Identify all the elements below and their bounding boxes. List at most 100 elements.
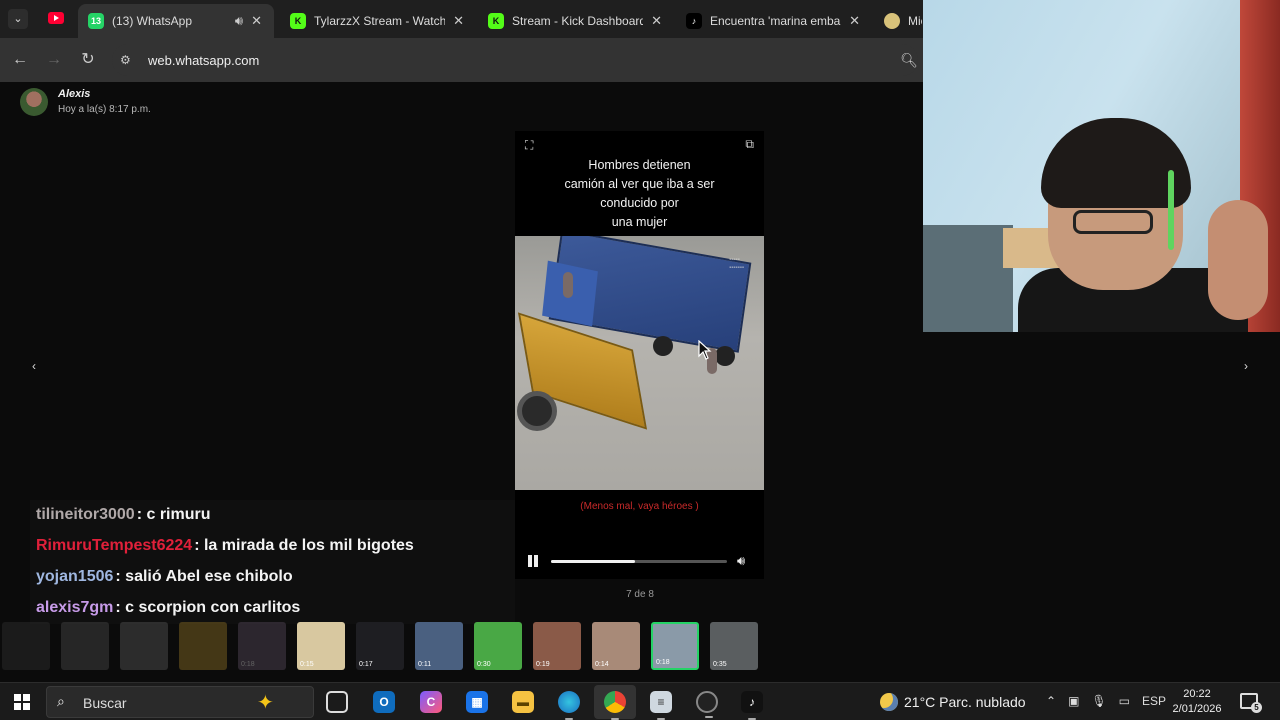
- notifications-icon[interactable]: 5: [1240, 693, 1262, 713]
- tab-title: Mic: [908, 14, 922, 28]
- media-thumbnail[interactable]: 0:19: [533, 622, 581, 670]
- media-thumbnail[interactable]: [2, 622, 50, 670]
- tiktok-icon[interactable]: ♪: [741, 691, 763, 720]
- media-thumbnail[interactable]: 0:18: [651, 622, 699, 670]
- media-thumbnail[interactable]: 0:18: [238, 622, 286, 670]
- edge-icon[interactable]: [558, 691, 580, 720]
- windows-start-icon[interactable]: [14, 694, 30, 710]
- stream-chat-overlay: tilineitor3000: c rimuru RimuruTempest62…: [30, 500, 515, 624]
- taskbar-clock[interactable]: 20:22 2/01/2026: [1166, 687, 1228, 717]
- tab-search-dropdown-icon[interactable]: ⌄: [8, 9, 28, 29]
- forward-icon[interactable]: →: [42, 48, 66, 72]
- whatsapp-icon: 13: [88, 13, 104, 29]
- webcam-overlay: [923, 0, 1280, 332]
- media-thumbnail[interactable]: 0:14: [592, 622, 640, 670]
- previous-media-icon[interactable]: ‹: [24, 356, 44, 376]
- chrome-icon[interactable]: [604, 691, 626, 720]
- media-thumbnail[interactable]: 0:35: [710, 622, 758, 670]
- speaker-icon[interactable]: 🔊︎: [235, 13, 243, 29]
- webcam-glasses: [1073, 210, 1153, 234]
- copilot-icon[interactable]: C: [420, 691, 442, 713]
- media-thumbnail[interactable]: [120, 622, 168, 670]
- media-thumbnail[interactable]: [61, 622, 109, 670]
- video-frame: ▪▪▪▪▪ ▪▪▪▪▪▪▪: [515, 236, 764, 490]
- reload-icon[interactable]: ↻: [76, 48, 100, 72]
- tab-title: Stream - Kick Dashboard: [512, 14, 644, 28]
- kick-icon: K: [488, 13, 504, 29]
- truck-wheel: [653, 336, 673, 356]
- url-field[interactable]: ⚙︎ web.whatsapp.com 🔍︎: [112, 44, 918, 76]
- site-settings-icon[interactable]: ⚙︎: [120, 53, 140, 67]
- back-icon[interactable]: ←: [8, 48, 32, 72]
- task-view-icon[interactable]: [326, 691, 348, 713]
- close-tab-icon[interactable]: ✕: [251, 13, 262, 29]
- media-thumbnail[interactable]: 0:11: [415, 622, 463, 670]
- fullscreen-icon[interactable]: ⛶: [525, 138, 533, 153]
- outlook-icon[interactable]: O: [373, 691, 395, 713]
- notification-count: 5: [1251, 702, 1262, 713]
- video-caption: Hombres detienen camión al ver que iba a…: [564, 158, 715, 229]
- chat-username: yojan1506: [36, 568, 114, 585]
- tab-tylarzzx-stream[interactable]: K TylarzzX Stream - Watch Li ✕: [280, 4, 476, 38]
- video-subtitle: (Menos mal, vaya héroes ): [580, 501, 699, 512]
- thumbnail-duration: 0:17: [359, 661, 373, 668]
- camera-icon[interactable]: ▣: [1068, 694, 1079, 708]
- chat-username: tilineitor3000: [36, 506, 135, 523]
- tab-title: (13) WhatsApp: [112, 14, 193, 28]
- media-thumbnail[interactable]: [179, 622, 227, 670]
- sender-name: Alexis: [58, 88, 91, 100]
- search-label: Buscar: [83, 695, 127, 711]
- tab-whatsapp[interactable]: 13 (13) WhatsApp 🔊︎ ✕: [78, 4, 274, 38]
- weather-widget[interactable]: 21°C Parc. nublado: [880, 693, 1026, 711]
- next-media-icon[interactable]: ›: [1236, 356, 1256, 376]
- chat-message: yojan1506: salió Abel ese chibolo: [30, 562, 515, 593]
- clock-time: 20:22: [1183, 688, 1211, 700]
- tab-tiktok-search[interactable]: ♪ Encuentra 'marina embara ✕: [676, 4, 872, 38]
- address-bar-row: ← → ↻ ⚙︎ web.whatsapp.com 🔍︎: [0, 38, 923, 82]
- media-thumbnail[interactable]: 0:15: [297, 622, 345, 670]
- chat-username: RimuruTempest6224: [36, 537, 193, 554]
- windows-taskbar: ⌕ Buscar ✦ O C ▦ ▬ ≡ ♪ 21°C Parc. nublad…: [0, 682, 1280, 720]
- seek-bar[interactable]: [551, 560, 727, 563]
- avatar[interactable]: [20, 88, 48, 116]
- tab-kick-dashboard[interactable]: K Stream - Kick Dashboard ✕: [478, 4, 674, 38]
- picture-in-picture-icon[interactable]: ⧉: [745, 137, 754, 152]
- taskbar-search-box[interactable]: ⌕ Buscar ✦: [46, 686, 314, 718]
- store-icon[interactable]: ▦: [466, 691, 488, 713]
- chat-username: alexis7gm: [36, 599, 114, 616]
- chat-message: RimuruTempest6224: la mirada de los mil …: [30, 531, 515, 562]
- close-tab-icon[interactable]: ✕: [849, 13, 860, 29]
- chat-text: : c scorpion con carlitos: [115, 599, 301, 616]
- browser-tab-strip: ⌄ 13 (13) WhatsApp 🔊︎ ✕ K TylarzzX Strea…: [0, 0, 923, 38]
- pause-icon[interactable]: [527, 555, 539, 567]
- person: [563, 272, 573, 298]
- obs-icon[interactable]: [696, 691, 718, 718]
- video-player[interactable]: ⛶ ⧉ Hombres detienen camión al ver que i…: [515, 131, 764, 579]
- notepad-icon[interactable]: ≡: [650, 691, 672, 720]
- thumbnail-duration: 0:35: [713, 661, 727, 668]
- tab-partial[interactable]: Mic: [874, 4, 923, 38]
- language-indicator[interactable]: ESP: [1142, 694, 1166, 708]
- chat-text: : salió Abel ese chibolo: [115, 568, 293, 585]
- system-tray: ⌃ ▣ 🎙︎ ▭ ESP: [1046, 694, 1166, 708]
- copilot-spark-icon: ✦: [257, 692, 274, 714]
- media-counter: 7 de 8: [626, 589, 654, 600]
- close-tab-icon[interactable]: ✕: [453, 13, 464, 29]
- media-thumbnail[interactable]: 0:30: [474, 622, 522, 670]
- chevron-up-icon[interactable]: ⌃: [1046, 694, 1056, 708]
- truck-wheel: [715, 346, 735, 366]
- zoom-icon[interactable]: 🔍︎: [900, 52, 918, 69]
- thumbnail-duration: 0:18: [656, 659, 670, 666]
- youtube-pinned-tab-icon[interactable]: [48, 12, 64, 24]
- microphone-icon[interactable]: 🎙︎: [1091, 694, 1106, 708]
- media-thumbnail[interactable]: 0:17: [356, 622, 404, 670]
- volume-icon[interactable]: 🔊︎: [737, 553, 745, 569]
- kick-icon: K: [290, 13, 306, 29]
- close-tab-icon[interactable]: ✕: [651, 13, 662, 29]
- tiktok-icon: ♪: [686, 13, 702, 29]
- clock-date: 2/01/2026: [1172, 703, 1222, 715]
- thumbnail-duration: 0:14: [595, 661, 609, 668]
- network-icon[interactable]: ▭: [1119, 694, 1130, 708]
- file-explorer-icon[interactable]: ▬: [512, 691, 534, 713]
- thumbnail-duration: 0:15: [300, 661, 314, 668]
